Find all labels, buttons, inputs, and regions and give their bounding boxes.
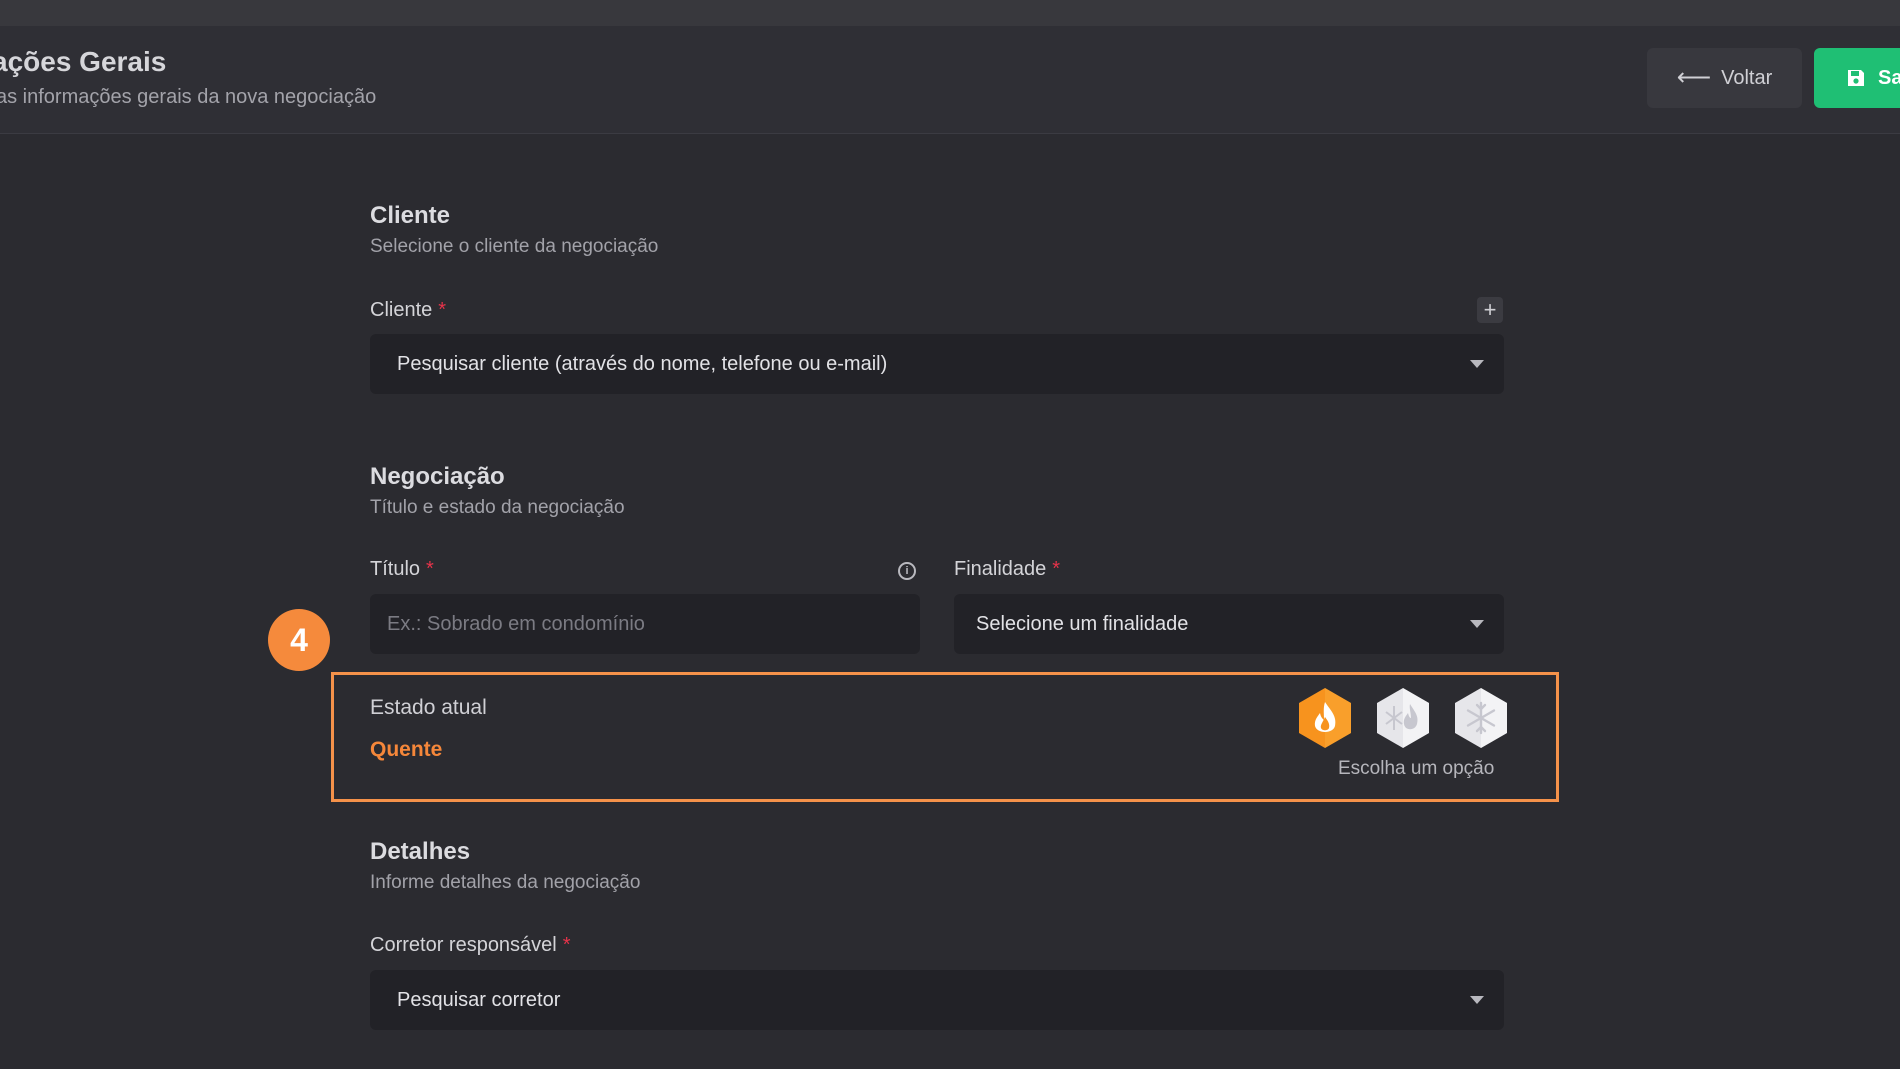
client-field-label: Cliente * <box>370 299 446 322</box>
title-label-text: Título <box>370 558 421 580</box>
back-button[interactable]: ⟵ Voltar <box>1647 48 1802 108</box>
negotiation-section-subtitle: Título e estado da negociação <box>370 497 625 518</box>
save-button[interactable]: Sa <box>1814 48 1900 108</box>
arrow-left-icon: ⟵ <box>1676 64 1712 91</box>
details-section-title: Detalhes <box>370 838 471 865</box>
cold-snowflake-icon[interactable] <box>1452 686 1510 750</box>
client-label-text: Cliente <box>370 299 433 321</box>
page-header: ações Gerais as informações gerais da no… <box>0 26 1900 134</box>
state-value: Quente <box>370 738 443 761</box>
title-field-label: Título * <box>370 558 434 581</box>
broker-label-text: Corretor responsável <box>370 934 557 956</box>
broker-select-value: Pesquisar corretor <box>397 988 561 1011</box>
page-title: ações Gerais <box>0 46 167 77</box>
purpose-select[interactable]: Selecione um finalidade <box>954 594 1504 654</box>
save-button-label: Sa <box>1878 66 1900 89</box>
step-badge: 4 <box>268 609 330 671</box>
required-mark: * <box>438 299 447 321</box>
purpose-label-text: Finalidade <box>954 558 1047 580</box>
client-select[interactable]: Pesquisar cliente (através do nome, tele… <box>370 334 1504 394</box>
save-icon <box>1848 70 1864 86</box>
required-mark: * <box>426 558 434 580</box>
negotiation-section-title: Negociação <box>370 463 505 490</box>
broker-select[interactable]: Pesquisar corretor <box>370 970 1504 1030</box>
chevron-down-icon <box>1470 360 1484 368</box>
client-section-title: Cliente <box>370 202 451 229</box>
warm-fire-snow-icon[interactable] <box>1374 686 1432 750</box>
chevron-down-icon <box>1470 620 1484 628</box>
client-section-subtitle: Selecione o cliente da negociação <box>370 236 659 257</box>
add-client-button[interactable]: + <box>1477 297 1503 323</box>
purpose-field-label: Finalidade * <box>954 558 1060 581</box>
page-subtitle: as informações gerais da nova negociação <box>0 86 377 108</box>
details-section-subtitle: Informe detalhes da negociação <box>370 872 641 893</box>
state-label: Estado atual <box>370 696 487 719</box>
info-icon[interactable]: i <box>898 562 916 580</box>
back-button-label: Voltar <box>1721 66 1773 89</box>
browser-top-strip <box>0 0 1900 26</box>
state-hint: Escolha um opção <box>1338 758 1495 779</box>
broker-field-label: Corretor responsável * <box>370 934 571 957</box>
purpose-select-value: Selecione um finalidade <box>976 612 1189 635</box>
title-input[interactable] <box>370 594 920 654</box>
client-select-value: Pesquisar cliente (através do nome, tele… <box>397 352 888 375</box>
required-mark: * <box>1052 558 1061 580</box>
hot-fire-icon[interactable] <box>1296 686 1354 750</box>
required-mark: * <box>562 934 571 956</box>
state-options <box>1296 686 1510 750</box>
chevron-down-icon <box>1470 996 1484 1004</box>
